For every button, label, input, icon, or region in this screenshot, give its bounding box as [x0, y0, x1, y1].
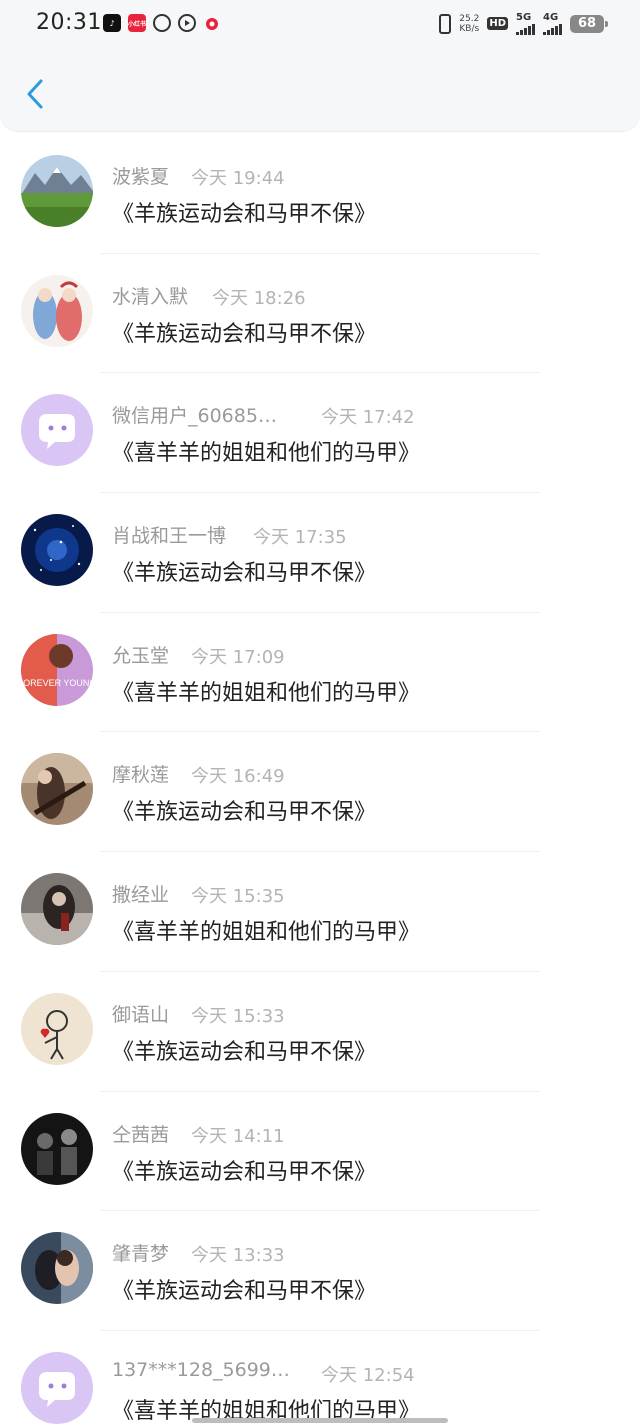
avatar[interactable] [21, 274, 93, 347]
list-item[interactable]: 波紫夏 今天 19:44 《羊族运动会和马甲不保》 [0, 134, 640, 254]
list-item[interactable]: 肖战和王一博 今天 17:35 《羊族运动会和马甲不保》 [0, 493, 640, 613]
video-play-icon [178, 14, 196, 32]
comment-message: 《羊族运动会和马甲不保》 [112, 202, 377, 227]
avatar[interactable] [21, 155, 93, 227]
comment-time: 今天 19:44 [191, 168, 285, 189]
notification-icons: ♪ 小红书 [103, 14, 221, 32]
list-item[interactable]: 微信用户_60685… 今天 17:42 《喜羊羊的姐姐和他们的马甲》 [0, 373, 640, 494]
status-time: 20:31 [36, 10, 102, 35]
comment-time: 今天 13:33 [191, 1245, 285, 1267]
avatar[interactable] [21, 394, 93, 467]
comment-time: 今天 17:09 [191, 646, 285, 668]
sync-icon [153, 14, 171, 32]
default-avatar-icon [21, 1351, 93, 1424]
list-item[interactable]: 137***128_5699… 今天 12:54 《喜羊羊的姐姐和他们的马甲》 [0, 1331, 640, 1427]
commenter-name: 微信用户_60685… [112, 405, 277, 428]
commenter-name: 137***128_5699… [112, 1358, 290, 1381]
commenter-name: 波紫夏 [112, 166, 170, 188]
nav-header [0, 50, 640, 132]
comment-message: 《羊族运动会和马甲不保》 [112, 321, 377, 347]
commenter-name: 肇青梦 [112, 1243, 170, 1266]
comment-time: 今天 12:54 [321, 1364, 415, 1386]
xiaohongshu-icon: 小红书 [128, 14, 146, 32]
comment-time: 今天 15:35 [191, 886, 285, 908]
list-item[interactable]: 撒经业 今天 15:35 《喜羊羊的姐姐和他们的马甲》 [0, 852, 640, 972]
comment-message: 《喜羊羊的姐姐和他们的马甲》 [112, 680, 421, 706]
avatar[interactable] [21, 1232, 93, 1305]
comment-message: 《羊族运动会和马甲不保》 [112, 800, 377, 826]
list-item[interactable]: 水清入默 今天 18:26 《羊族运动会和马甲不保》 [0, 254, 640, 374]
comment-message: 《羊族运动会和马甲不保》 [112, 1039, 377, 1065]
comment-time: 今天 17:35 [253, 527, 347, 549]
avatar[interactable] [21, 992, 93, 1065]
comment-time: 今天 17:42 [321, 407, 415, 429]
commenter-name: 摩秋莲 [112, 764, 170, 787]
weibo-icon [203, 14, 221, 32]
home-indicator[interactable] [192, 1418, 448, 1423]
comment-message: 《羊族运动会和马甲不保》 [112, 561, 377, 587]
list-item[interactable]: 肇青梦 今天 13:33 《羊族运动会和马甲不保》 [0, 1211, 640, 1331]
avatar[interactable] [21, 1351, 93, 1424]
commenter-name: 撒经业 [112, 884, 170, 907]
default-avatar-icon [21, 394, 93, 467]
comment-message: 《羊族运动会和马甲不保》 [112, 1279, 377, 1305]
avatar[interactable] [21, 1112, 93, 1185]
signal-5g: 5G [516, 12, 535, 35]
signal-4g: 4G [543, 12, 562, 35]
battery-icon: 68 [570, 14, 608, 33]
comment-time: 今天 18:26 [212, 287, 306, 309]
tiktok-icon: ♪ [103, 14, 121, 32]
hd-icon: HD [487, 17, 508, 30]
status-bar: 20:31 ♪ 小红书 25.2 KB/s HD 5G 4G 68 [0, 0, 640, 50]
comment-message: 《羊族运动会和马甲不保》 [112, 1159, 377, 1185]
comment-time: 今天 16:49 [191, 766, 285, 788]
commenter-name: 肖战和王一博 [112, 525, 227, 548]
avatar[interactable] [21, 873, 93, 946]
list-item[interactable]: FOREVER YOUNG 允玉堂 今天 17:09 《喜羊羊的姐姐和他们的马甲… [0, 613, 640, 733]
list-item[interactable]: 仝茜茜 今天 14:11 《羊族运动会和马甲不保》 [0, 1092, 640, 1212]
back-button[interactable] [20, 74, 50, 114]
commenter-name: 水清入默 [112, 285, 189, 308]
system-status: 25.2 KB/s HD 5G 4G 68 [439, 12, 608, 35]
chevron-left-icon [27, 79, 43, 109]
avatar[interactable] [21, 753, 93, 826]
commenter-name: 仝茜茜 [112, 1123, 170, 1146]
comment-time: 今天 15:33 [191, 1005, 285, 1027]
list-item[interactable]: 御语山 今天 15:33 《羊族运动会和马甲不保》 [0, 972, 640, 1092]
signal-bars-icon [543, 23, 562, 35]
signal-bars-icon [516, 23, 535, 35]
avatar[interactable]: FOREVER YOUNG [21, 633, 93, 706]
avatar-text: FOREVER YOUNG [21, 678, 93, 688]
avatar[interactable] [21, 514, 93, 587]
comment-time: 今天 14:11 [191, 1125, 285, 1147]
comment-message: 《喜羊羊的姐姐和他们的马甲》 [112, 441, 421, 467]
network-speed: 25.2 KB/s [459, 13, 480, 34]
commenter-name: 允玉堂 [112, 644, 170, 667]
comment-message: 《喜羊羊的姐姐和他们的马甲》 [112, 920, 421, 946]
comment-list: 波紫夏 今天 19:44 《羊族运动会和马甲不保》 水清入默 今天 18:26 … [0, 134, 640, 1427]
list-item[interactable]: 摩秋莲 今天 16:49 《羊族运动会和马甲不保》 [0, 732, 640, 853]
vibrate-icon [439, 13, 452, 34]
commenter-name: 御语山 [112, 1003, 170, 1026]
